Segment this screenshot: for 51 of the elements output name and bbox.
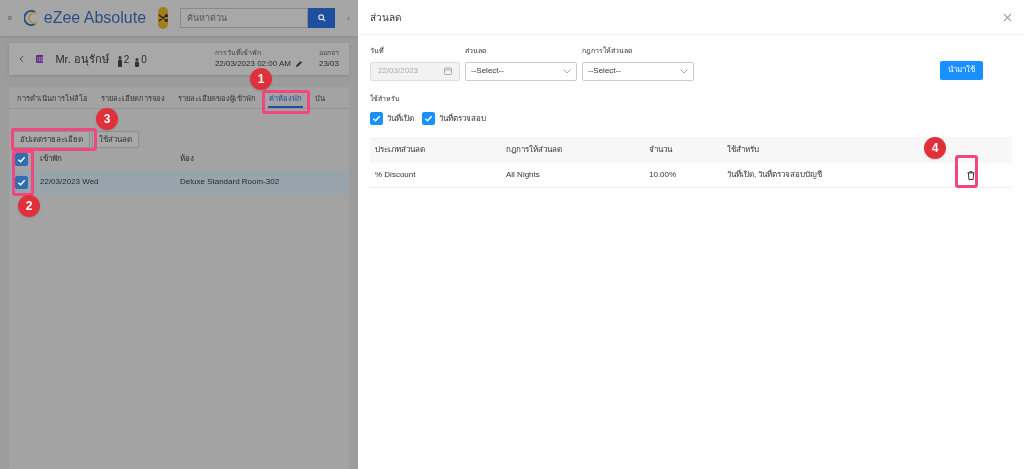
action-button[interactable]: อัปเดตรายละเอียด (13, 131, 90, 148)
column-header: ใช้สำหรับ (727, 144, 759, 156)
check-icon (372, 114, 381, 123)
check-icon (17, 177, 26, 187)
logo-icon (23, 10, 40, 26)
table-cell-text: 10.00% (649, 169, 678, 181)
checkbox[interactable] (370, 112, 383, 125)
close-icon[interactable] (1003, 12, 1012, 22)
shuffle-button[interactable] (158, 7, 169, 29)
column-header: จำนวน (649, 144, 674, 156)
table-cell-text: วันที่เปิด, วันที่ตรวจสอบบัญชี (727, 169, 824, 181)
column-header: ประเภทส่วนลด (375, 144, 426, 156)
check-icon (424, 114, 433, 123)
apply-button[interactable]: นำมาใช้ (940, 60, 983, 80)
search-icon (317, 14, 326, 22)
table-row[interactable]: 22/03/2023 Wed Deluxe Standard Room-302 (9, 170, 349, 194)
checkbox[interactable] (422, 112, 435, 125)
table-cell-text: 22/03/2023 Wed (40, 176, 100, 188)
departure-date: 23/03 (318, 58, 339, 71)
checkbox-label: วันที่เปิด (387, 112, 414, 125)
action-button[interactable]: ใช้ส่วนลด (92, 131, 139, 148)
adult-icon (116, 55, 123, 67)
brand-name: eZee Absolute (43, 8, 147, 28)
search-field[interactable]: ค้นหาด่วน (180, 8, 309, 28)
arrival-date: 22/03/2023 02:00 AM (214, 58, 291, 71)
building-icon (35, 52, 44, 66)
table-cell: Deluxe Standard Room-302 (180, 176, 280, 188)
column-header: เข้าพัก (40, 153, 63, 165)
edit-icon[interactable] (294, 60, 303, 69)
highlight-frame (262, 90, 310, 114)
search-button[interactable] (308, 8, 336, 28)
column-header: กฎการให้ส่วนลด (506, 144, 563, 156)
calendar-icon (444, 67, 452, 75)
checkbox-label: วันที่ตรวจสอบ (439, 112, 486, 125)
highlight-frame (955, 155, 978, 188)
child-icon (134, 57, 141, 67)
guest-name: Mr. อนุรักษ์ (55, 51, 109, 68)
checkbox[interactable] (15, 175, 28, 189)
panel-title: ส่วนลด (370, 10, 401, 25)
select-dropdown[interactable]: --Select-- (465, 61, 577, 81)
child-count: 0 (141, 52, 147, 67)
trash-icon (967, 170, 975, 180)
adult-count: 2 (123, 52, 130, 67)
chevron-down-icon (680, 68, 688, 74)
table-cell-text: % Discount (375, 169, 417, 181)
select-dropdown[interactable]: --Select-- (582, 61, 694, 81)
back-icon[interactable] (19, 53, 24, 65)
table-cell-text: All Nights (506, 169, 541, 181)
check-icon (17, 154, 26, 164)
column-header: ห้อง (180, 153, 194, 165)
chevron-down-icon (563, 68, 571, 74)
